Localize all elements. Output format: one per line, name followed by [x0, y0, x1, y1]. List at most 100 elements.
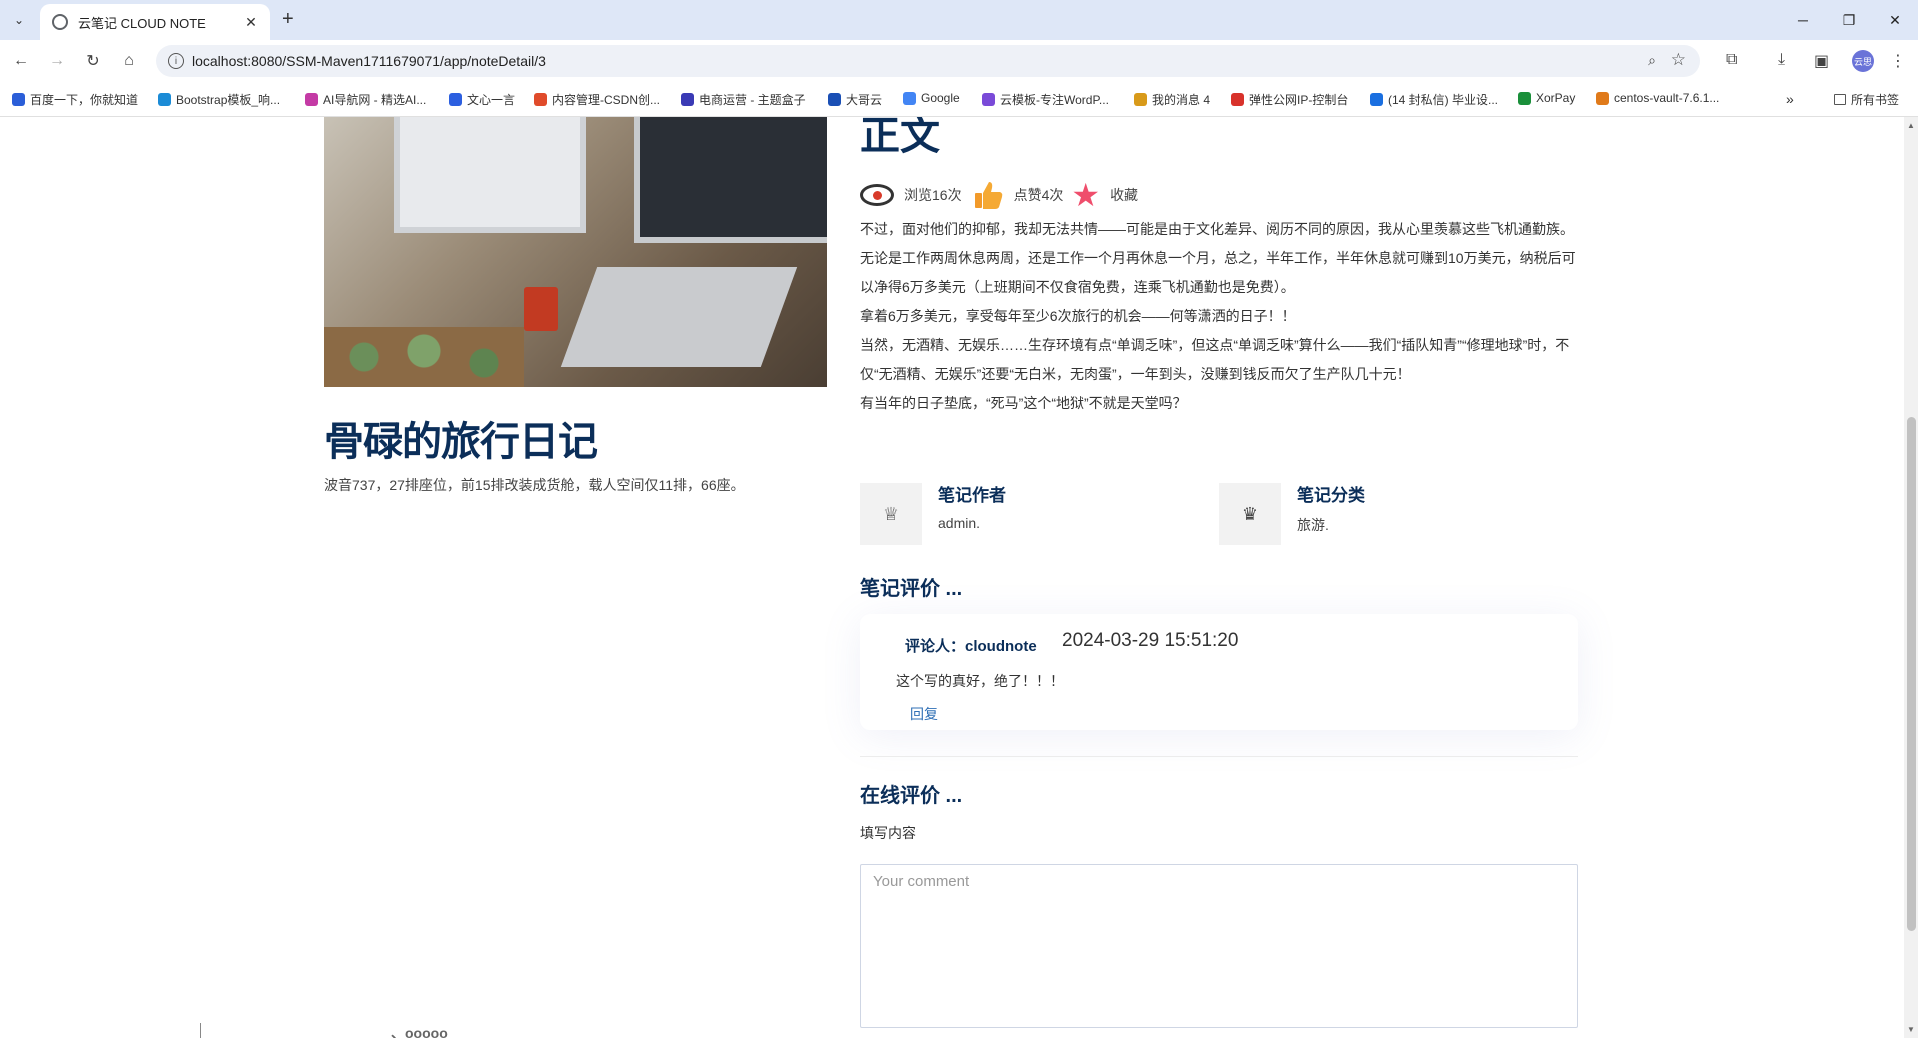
category-label: 笔记分类 — [1297, 486, 1365, 505]
cover-monitor-dark — [634, 117, 827, 243]
favorite-label[interactable]: 收藏 — [1110, 185, 1138, 205]
bookmark-favicon-icon — [982, 93, 995, 106]
comment-card: 评论人：cloudnote 2024-03-29 15:51:20 这个写的真好… — [860, 614, 1578, 730]
bookmark-item[interactable]: 百度一下，你就知道 — [12, 91, 138, 108]
bookmark-item[interactable]: 电商运营 - 主题盒子 — [681, 91, 806, 108]
download-icon[interactable]: ⤓ — [1778, 51, 1785, 69]
site-info-icon[interactable]: i — [168, 53, 184, 69]
menu-icon[interactable]: ⋮ — [1890, 51, 1906, 71]
home-icon[interactable]: ⌂ — [118, 50, 140, 72]
reviews-heading: 笔记评价 ... — [860, 578, 963, 600]
reload-icon[interactable]: ↻ — [82, 50, 104, 72]
bookmark-item[interactable]: 云模板-专注WordP... — [982, 91, 1109, 108]
comment-reviewer: 评论人：cloudnote — [905, 638, 1037, 655]
comment-input[interactable] — [860, 864, 1578, 1028]
author-label: 笔记作者 — [938, 486, 1006, 505]
tab-title: 云笔记 CLOUD NOTE — [78, 15, 206, 31]
more-bookmarks-icon[interactable]: » — [1786, 91, 1794, 107]
note-cover-image — [324, 117, 827, 387]
back-icon[interactable]: ← — [10, 50, 32, 72]
bookmark-favicon-icon — [449, 93, 462, 106]
tab-favicon-icon — [52, 14, 68, 30]
note-title: 骨碌的旅行日记 — [324, 419, 598, 465]
bookmark-favicon-icon — [12, 93, 25, 106]
bookmark-item[interactable]: 大哥云 — [828, 91, 882, 108]
tab-search-icon[interactable]: ⌄ — [8, 9, 30, 31]
bookmark-star-icon[interactable]: ☆ — [1671, 50, 1686, 70]
fill-content-label: 填写内容 — [860, 825, 916, 841]
cover-laptop — [560, 267, 798, 367]
minimize-icon[interactable]: ─ — [1780, 0, 1826, 40]
scroll-up-icon[interactable]: ▲ — [1907, 121, 1915, 130]
bookmark-item[interactable]: 弹性公网IP-控制台 — [1231, 91, 1348, 108]
note-summary: 波音737，27排座位，前15排改装成货舱，载人空间仅11排，66座。 — [324, 477, 745, 493]
extensions-icon[interactable]: ⧉ — [1726, 51, 1737, 69]
side-panel-icon[interactable]: ▣ — [1814, 51, 1829, 71]
scrollbar-thumb[interactable] — [1907, 417, 1916, 931]
author-value: admin. — [938, 515, 981, 531]
note-paragraph: 不过，面对他们的抑郁，我却无法共情——可能是由于文化差异、阅历不同的原因，我从心… — [860, 221, 1574, 237]
bookmark-item[interactable]: 文心一言 — [449, 91, 515, 108]
note-paragraph: 当然，无酒精、无娱乐……生存环境有点“单调乏味”，但这点“单调乏味”算什么——我… — [860, 337, 1570, 382]
comment-text: 这个写的真好，绝了！！！ — [896, 673, 1064, 689]
cover-plants — [324, 327, 524, 387]
note-stats: 浏览16次 点赞4次 ★ 收藏 — [860, 179, 1138, 211]
note-body: 不过，面对他们的抑郁，我却无法共情——可能是由于文化差异、阅历不同的原因，我从心… — [860, 215, 1580, 418]
online-review-heading: 在线评价 ... — [860, 785, 963, 807]
footer-peek-text: 、ooooo — [391, 1025, 448, 1038]
author-icon: ♕ — [860, 483, 922, 545]
tab-close-icon[interactable]: ✕ — [242, 13, 260, 31]
scroll-down-icon[interactable]: ▼ — [1907, 1025, 1915, 1034]
bookmark-favicon-icon — [534, 93, 547, 106]
profile-avatar[interactable]: 云思 — [1852, 50, 1874, 72]
bookmark-favicon-icon — [305, 93, 318, 106]
note-paragraph: 无论是工作两周休息两周，还是工作一个月再休息一个月，总之，半年工作，半年休息就可… — [860, 250, 1576, 295]
thumbs-up-icon[interactable] — [972, 179, 1004, 211]
browser-tab[interactable]: 云笔记 CLOUD NOTE ✕ — [40, 4, 270, 40]
bookmark-item[interactable]: 内容管理-CSDN创... — [534, 91, 660, 108]
bookmark-favicon-icon — [1231, 93, 1244, 106]
bookmark-favicon-icon — [1370, 93, 1383, 106]
bookmark-favicon-icon — [903, 91, 916, 105]
note-paragraph: 拿着6万多美元，享受每年至少6次旅行的机会——何等潇洒的日子！！ — [860, 308, 1296, 324]
bookmark-favicon-icon — [1134, 93, 1147, 106]
forward-icon[interactable]: → — [46, 50, 68, 72]
favorite-star-icon[interactable]: ★ — [1071, 179, 1100, 211]
bookmark-item[interactable]: (14 封私信) 毕业设... — [1370, 91, 1498, 108]
address-bar[interactable]: i localhost:8080/SSM-Maven1711679071/app… — [156, 45, 1700, 77]
bookmark-item[interactable]: 我的消息 4 — [1134, 91, 1210, 108]
bookmark-favicon-icon — [1596, 91, 1609, 105]
all-bookmarks[interactable]: 所有书签 — [1834, 91, 1899, 108]
bookmark-favicon-icon — [828, 93, 841, 106]
url-text[interactable]: localhost:8080/SSM-Maven1711679071/app/n… — [192, 53, 546, 69]
close-window-icon[interactable]: ✕ — [1872, 0, 1918, 40]
bookmark-item[interactable]: Google — [903, 91, 960, 105]
cover-mug — [524, 287, 558, 331]
new-tab-button[interactable]: + — [282, 9, 294, 29]
bookmark-item[interactable]: AI导航网 - 精选AI... — [305, 91, 426, 108]
bookmark-favicon-icon — [681, 93, 694, 106]
tab-strip: ⌄ 云笔记 CLOUD NOTE ✕ + ─ ❐ ✕ — [0, 0, 1918, 40]
folder-icon — [1834, 94, 1846, 105]
note-paragraph: 有当年的日子垫底，“死马”这个“地狱”不就是天堂吗？ — [860, 395, 1187, 411]
views-count: 浏览16次 — [904, 187, 962, 203]
bookmark-favicon-icon — [1518, 91, 1531, 105]
cover-monitor — [394, 117, 586, 233]
category-value: 旅游. — [1297, 517, 1329, 533]
divider — [860, 756, 1578, 757]
page-content: 骨碌的旅行日记 波音737，27排座位，前15排改装成货舱，载人空间仅11排，6… — [0, 117, 1900, 1038]
section-title: 正文 — [860, 117, 940, 159]
bookmark-item[interactable]: centos-vault-7.6.1... — [1596, 91, 1719, 105]
footer-peek: 、ooooo — [200, 1023, 601, 1038]
eye-icon — [860, 184, 894, 206]
zoom-icon[interactable]: ⌕ — [1648, 52, 1656, 69]
page-scrollbar[interactable]: ▲ ▼ — [1904, 117, 1918, 1038]
bookmark-item[interactable]: XorPay — [1518, 91, 1575, 105]
likes-count: 点赞4次 — [1013, 187, 1064, 203]
reply-link[interactable]: 回复 — [910, 704, 938, 724]
bookmark-item[interactable]: Bootstrap模板_响... — [158, 91, 280, 108]
comment-time: 2024-03-29 15:51:20 — [1062, 630, 1239, 651]
trophy-icon: ♛ — [1219, 483, 1281, 545]
browser-toolbar: ← → ↻ ⌂ i localhost:8080/SSM-Maven171167… — [0, 40, 1918, 82]
restore-icon[interactable]: ❐ — [1826, 0, 1872, 40]
